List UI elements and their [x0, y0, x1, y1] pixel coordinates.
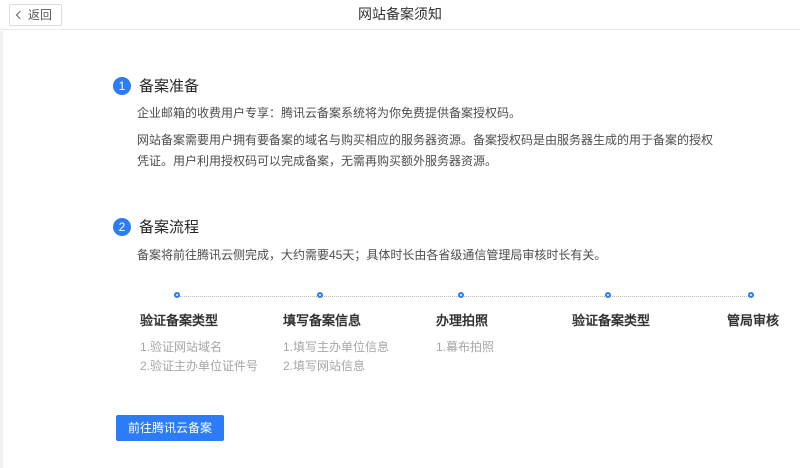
go-to-tencent-cloud-filing-button[interactable]: 前往腾讯云备案 — [116, 415, 224, 441]
section-number-badge-2: 2 — [113, 218, 131, 236]
filing-notice-page: 网站备案须知 返回 1 备案准备 企业邮箱的收费用户专享：腾讯云备案系统将为你免… — [0, 0, 800, 468]
step-dot-2 — [317, 292, 323, 298]
left-scrollbar-track — [0, 31, 3, 468]
step-column-verify-type: 验证备案类型 1.验证网站域名 2.验证主办单位证件号 — [140, 312, 258, 376]
preparation-paragraph-1: 企业邮箱的收费用户专享：腾讯云备案系统将为你免费提供备案授权码。 — [137, 103, 521, 124]
step-dot-1 — [174, 292, 180, 298]
section-title-process: 备案流程 — [139, 218, 199, 237]
step-dot-5 — [748, 292, 754, 298]
section-number-badge-1: 1 — [113, 77, 131, 95]
step-sub-item: 2.验证主办单位证件号 — [140, 357, 258, 376]
step-connector-line — [179, 296, 753, 297]
chevron-left-icon — [16, 11, 24, 19]
step-sub-item: 1.幕布拍照 — [436, 338, 494, 357]
step-column-fill-info: 填写备案信息 1.填写主办单位信息 2.填写网站信息 — [283, 312, 389, 376]
step-dot-3 — [458, 292, 464, 298]
step-sub-item: 1.填写主办单位信息 — [283, 338, 389, 357]
step-label: 验证备案类型 — [140, 312, 258, 329]
preparation-paragraph-2: 网站备案需要用户拥有要备案的域名与购买相应的服务器资源。备案授权码是由服务器生成… — [137, 130, 715, 172]
back-button-label: 返回 — [28, 5, 52, 25]
header-bar: 网站备案须知 — [0, 0, 800, 30]
step-column-verify-type-2: 验证备案类型 — [572, 312, 650, 329]
step-label: 填写备案信息 — [283, 312, 389, 329]
step-column-photo: 办理拍照 1.幕布拍照 — [436, 312, 494, 357]
step-dot-4 — [605, 292, 611, 298]
step-sub-item: 2.填写网站信息 — [283, 357, 389, 376]
step-label: 办理拍照 — [436, 312, 494, 329]
step-label: 管局审核 — [727, 312, 779, 329]
back-button[interactable]: 返回 — [9, 4, 62, 26]
step-column-bureau-review: 管局审核 — [727, 312, 779, 329]
page-title: 网站备案须知 — [0, 0, 800, 30]
step-sub-item: 1.验证网站域名 — [140, 338, 258, 357]
process-paragraph: 备案将前往腾讯云侧完成，大约需要45天；具体时长由各省级通信管理局审核时长有关。 — [137, 245, 606, 266]
section-title-preparation: 备案准备 — [139, 77, 199, 96]
step-label: 验证备案类型 — [572, 312, 650, 329]
